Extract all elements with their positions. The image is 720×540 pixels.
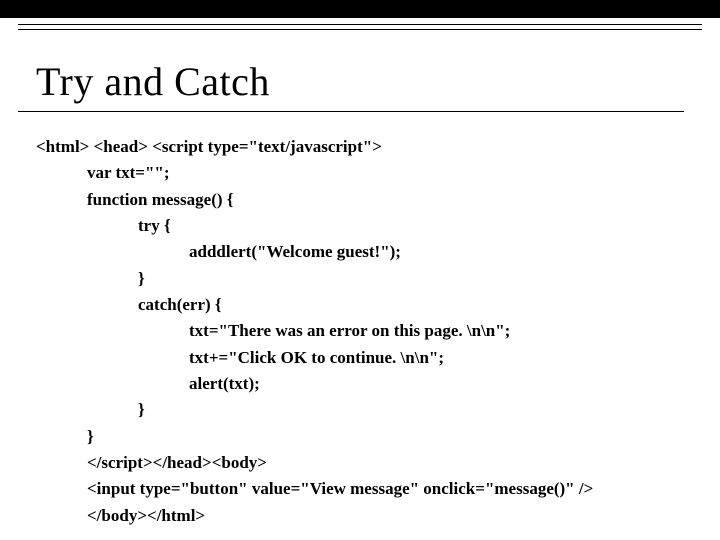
code-line: var txt=""; bbox=[36, 163, 170, 182]
code-line: </body></html> bbox=[36, 506, 205, 525]
code-line: <input type="button" value="View message… bbox=[36, 479, 593, 498]
code-line: function message() { bbox=[36, 190, 233, 209]
horizontal-rule bbox=[18, 24, 702, 30]
code-line: try { bbox=[36, 216, 171, 235]
code-line: <html> <head> <script type="text/javascr… bbox=[36, 137, 382, 156]
title-underline bbox=[18, 111, 684, 112]
code-line: adddlert("Welcome guest!"); bbox=[36, 242, 401, 261]
top-bar bbox=[0, 0, 720, 18]
code-line: } bbox=[36, 427, 94, 446]
code-line: txt="There was an error on this page. \n… bbox=[36, 321, 510, 340]
code-block: <html> <head> <script type="text/javascr… bbox=[36, 134, 720, 529]
slide: Try and Catch <html> <head> <script type… bbox=[0, 0, 720, 529]
slide-title: Try and Catch bbox=[36, 58, 720, 105]
code-line: catch(err) { bbox=[36, 295, 222, 314]
code-line: </script></head><body> bbox=[36, 453, 267, 472]
code-line: alert(txt); bbox=[36, 374, 260, 393]
code-line: } bbox=[36, 269, 145, 288]
code-line: txt+="Click OK to continue. \n\n"; bbox=[36, 348, 444, 367]
code-line: } bbox=[36, 400, 145, 419]
